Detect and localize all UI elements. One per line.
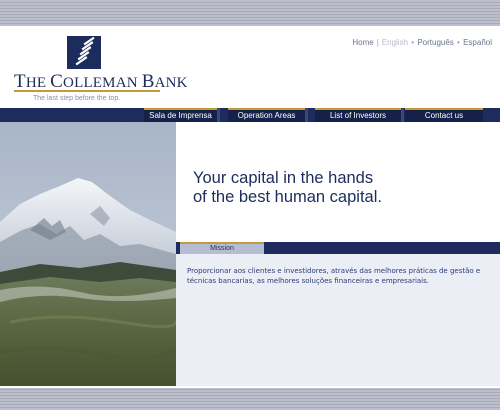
lang-espanol[interactable]: Español bbox=[463, 38, 492, 47]
logo-underline bbox=[14, 90, 160, 92]
nav-item-list-of-investors[interactable]: List of Investors bbox=[315, 108, 401, 122]
hero-headline: Your capital in the hands of the best hu… bbox=[193, 169, 493, 207]
lang-portugues[interactable]: Português bbox=[417, 38, 453, 47]
nav-divider bbox=[401, 108, 404, 122]
tab-mission[interactable]: Mission bbox=[180, 242, 264, 254]
main-nav: Sala de Imprensa Operation Areas List of… bbox=[0, 108, 500, 122]
bottom-stripe-border bbox=[0, 388, 500, 410]
hero-headline-line-2: of the best human capital. bbox=[193, 188, 382, 206]
nav-item-contact-us[interactable]: Contact us bbox=[405, 108, 483, 122]
lang-dot: • bbox=[457, 38, 460, 47]
logo-word-initial: B bbox=[141, 71, 155, 92]
nav-divider bbox=[217, 108, 220, 122]
logo-word-initial: C bbox=[50, 71, 64, 92]
lang-dot: • bbox=[411, 38, 415, 47]
logo-word-rest: ANK bbox=[154, 75, 188, 91]
top-stripe-border bbox=[0, 0, 500, 26]
nav-item-sala-de-imprensa[interactable]: Sala de Imprensa bbox=[144, 108, 217, 122]
language-bar: Home | English • Português • Español bbox=[352, 38, 492, 47]
logo-icon[interactable] bbox=[67, 36, 101, 69]
page-container: THE COLLEMAN BANK The last step before t… bbox=[0, 26, 500, 388]
mountain-landscape-image bbox=[0, 122, 176, 386]
logo-word-rest: HE bbox=[25, 75, 51, 91]
separator: | bbox=[376, 38, 379, 47]
lang-english[interactable]: English bbox=[382, 38, 408, 47]
mission-text: Proporcionar aos clientes e investidores… bbox=[187, 267, 481, 285]
home-link[interactable]: Home bbox=[352, 38, 373, 47]
logo-word-rest: OLLEMAN bbox=[63, 75, 142, 91]
logo-word-initial: T bbox=[14, 71, 26, 92]
hero-headline-line-1: Your capital in the hands bbox=[193, 169, 374, 187]
nav-divider bbox=[305, 108, 308, 122]
tagline: The last step before the top. bbox=[33, 95, 121, 102]
nav-item-operation-areas[interactable]: Operation Areas bbox=[228, 108, 305, 122]
